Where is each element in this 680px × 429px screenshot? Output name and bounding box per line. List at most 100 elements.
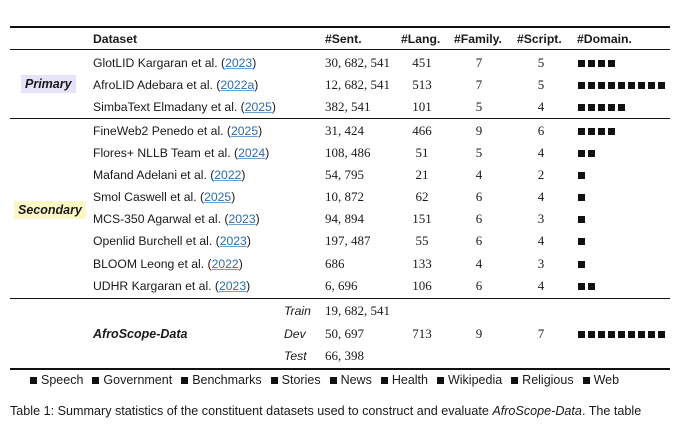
domain-square (578, 331, 585, 338)
domain-square (628, 82, 635, 89)
script-value: 3 (537, 256, 545, 271)
legend-label: Government (103, 373, 173, 387)
split-sent-value: 50, 697 (325, 326, 364, 341)
domain-square (618, 82, 625, 89)
domain-square (608, 60, 615, 67)
dataset-citation-text: AfroLID Adebara et al. ( (93, 78, 221, 92)
legend-label: Health (391, 373, 428, 387)
dataset-name: Mafand Adelani et al. (2022) (93, 168, 245, 182)
domain-square (648, 82, 655, 89)
sent-value: 197, 487 (325, 233, 371, 248)
domain-square (658, 82, 665, 89)
domain-squares (578, 282, 598, 291)
domain-square (588, 150, 595, 157)
family-value: 7 (475, 55, 483, 70)
caption-prefix: Table 1: Summary statistics of the const… (10, 404, 493, 418)
sent-value: 30, 682, 541 (325, 55, 390, 70)
legend-label: Wikipedia (447, 373, 503, 387)
legend-label: Religious (522, 373, 574, 387)
legend-square (582, 376, 590, 384)
afroscope-script-value: 7 (537, 326, 545, 341)
header-dataset: Dataset (93, 32, 138, 46)
dataset-citation-text: GlotLID Kargaran et al. ( (93, 56, 226, 70)
lang-value: 62 (415, 189, 429, 204)
domain-square (618, 331, 625, 338)
script-value: 4 (537, 278, 545, 293)
citation-close: ) (258, 124, 263, 138)
citation-close: ) (254, 78, 259, 92)
legend-square (436, 376, 444, 384)
legend-item: News (329, 373, 372, 387)
domain-squares (578, 171, 588, 180)
sent-value: 31, 424 (325, 123, 364, 138)
legend-label: Speech (41, 373, 84, 387)
citation-year-link[interactable]: 2025 (231, 124, 258, 138)
citation-year-link[interactable]: 2023 (225, 56, 252, 70)
sent-value: 94, 894 (325, 211, 364, 226)
script-value: 6 (537, 123, 545, 138)
primary-rule (10, 118, 670, 119)
domain-square (658, 331, 665, 338)
legend-item: Health (380, 373, 428, 387)
domain-square (608, 128, 615, 135)
sent-value: 382, 541 (325, 99, 371, 114)
legend-square (270, 376, 278, 384)
domain-square (588, 128, 595, 135)
sent-value: 6, 696 (325, 278, 358, 293)
script-value: 2 (537, 167, 545, 182)
domain-squares (578, 193, 588, 202)
domain-square (578, 82, 585, 89)
lang-value: 106 (412, 278, 432, 293)
domain-square (638, 331, 645, 338)
legend-square (92, 376, 100, 384)
caption-suffix: . The table (581, 404, 642, 418)
domain-square (608, 331, 615, 338)
citation-close: ) (252, 56, 257, 70)
lang-value: 55 (415, 233, 429, 248)
dataset-citation-text: Smol Caswell et al. ( (93, 190, 205, 204)
header-family: #Family. (454, 32, 502, 46)
split-sent-value: 19, 682, 541 (325, 303, 390, 318)
citation-year-link[interactable]: 2024 (238, 146, 265, 160)
citation-year-link[interactable]: 2022 (214, 168, 241, 182)
domain-square (598, 104, 605, 111)
citation-year-link[interactable]: 2023 (220, 234, 247, 248)
script-value: 5 (537, 77, 545, 92)
citation-year-link[interactable]: 2025 (245, 100, 272, 114)
citation-year-link[interactable]: 2023 (219, 279, 246, 293)
domain-square (598, 60, 605, 67)
dataset-citation-text: SimbaText Elmadany et al. ( (93, 100, 245, 114)
legend-square (329, 376, 337, 384)
family-value: 5 (475, 145, 483, 160)
citation-close: ) (246, 279, 251, 293)
domain-square (648, 331, 655, 338)
citation-year-link[interactable]: 2022a (220, 78, 254, 92)
domain-squares (578, 127, 618, 136)
dataset-name: Smol Caswell et al. (2025) (93, 190, 235, 204)
legend-item: Religious (511, 373, 574, 387)
group-label-primary: Primary (21, 75, 76, 93)
afroscope-lang-value: 713 (412, 326, 432, 341)
lang-value: 151 (412, 211, 432, 226)
table-caption: Table 1: Summary statistics of the const… (10, 404, 674, 418)
dataset-citation-text: Flores+ NLLB Team et al. ( (93, 146, 239, 160)
citation-year-link[interactable]: 2022 (212, 257, 239, 271)
lang-value: 466 (412, 123, 432, 138)
domain-square (598, 128, 605, 135)
lang-value: 51 (415, 145, 429, 160)
script-value: 4 (537, 233, 545, 248)
domain-square (588, 82, 595, 89)
dataset-citation-text: MCS-350 Agarwal et al. ( (93, 212, 229, 226)
top-rule (10, 26, 670, 28)
domain-square (588, 331, 595, 338)
citation-year-link[interactable]: 2025 (204, 190, 231, 204)
legend-label: Web (593, 373, 620, 387)
caption-emph: AfroScope-Data (492, 404, 582, 418)
dataset-citation-text: BLOOM Leong et al. ( (93, 257, 212, 271)
sent-value: 12, 682, 541 (325, 77, 390, 92)
family-value: 6 (475, 189, 483, 204)
dataset-name: BLOOM Leong et al. (2022) (93, 257, 243, 271)
citation-year-link[interactable]: 2023 (228, 212, 255, 226)
dataset-name: MCS-350 Agarwal et al. (2023) (93, 212, 260, 226)
legend-item: Speech (30, 373, 83, 387)
